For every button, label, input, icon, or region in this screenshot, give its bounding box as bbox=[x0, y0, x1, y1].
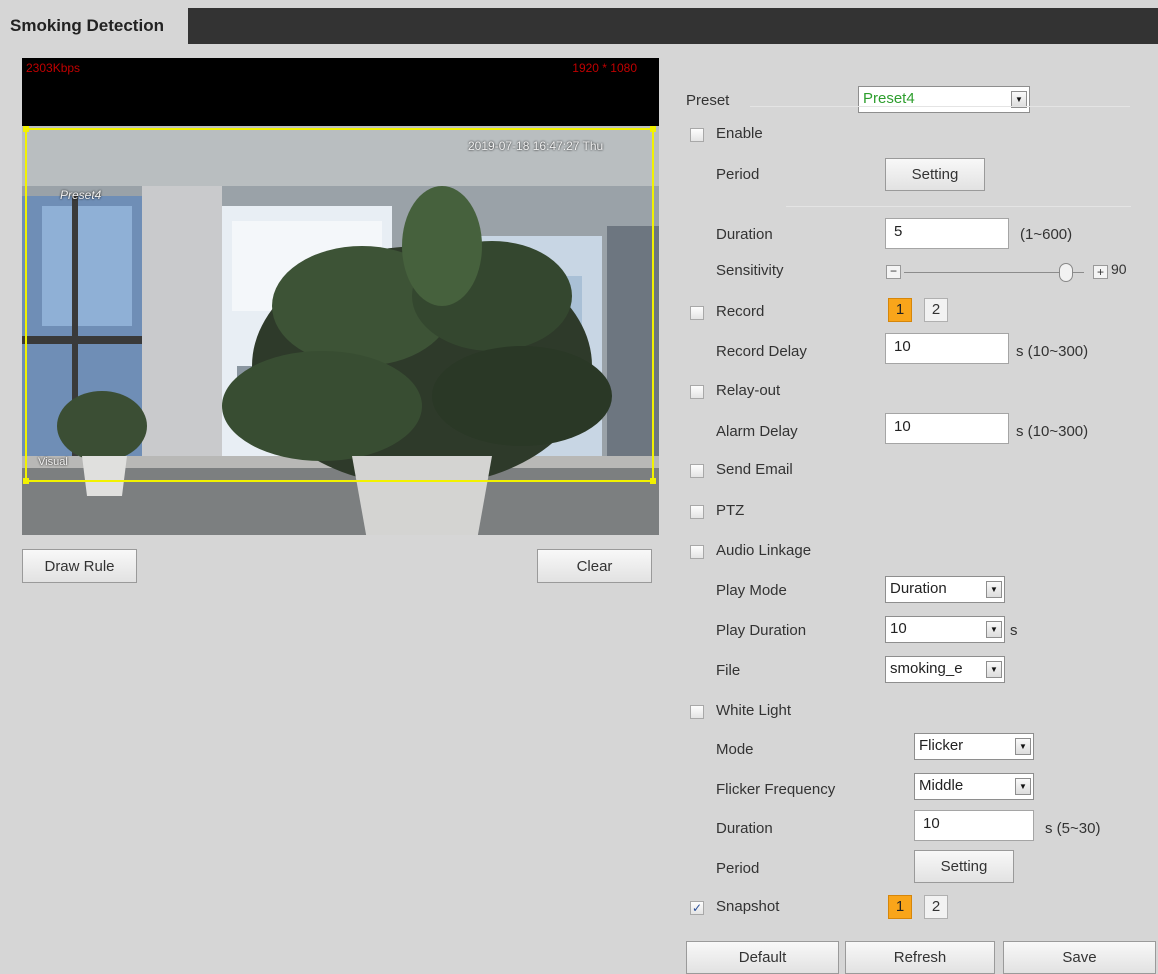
white-light-duration-range: s (5~30) bbox=[1045, 820, 1101, 837]
flicker-frequency-value: Middle bbox=[919, 777, 964, 794]
play-mode-select[interactable]: Duration ▼ bbox=[885, 576, 1005, 603]
mode-value: Flicker bbox=[919, 737, 964, 754]
mode-select[interactable]: Flicker ▼ bbox=[914, 733, 1034, 760]
white-light-period-setting-button[interactable]: Setting bbox=[914, 850, 1014, 883]
alarm-delay-input[interactable]: 10 bbox=[885, 413, 1009, 444]
play-duration-value: 10 bbox=[890, 620, 907, 637]
preset-value: Preset4 bbox=[863, 90, 915, 107]
play-duration-label: Play Duration bbox=[716, 622, 807, 639]
record-channel-1[interactable]: 1 bbox=[888, 298, 912, 322]
chevron-down-icon: ▼ bbox=[1015, 738, 1031, 755]
video-preview[interactable]: 2303Kbps 1920 * 1080 2019-07-18 16:47:27… bbox=[22, 58, 659, 535]
play-duration-unit: s bbox=[1010, 622, 1018, 639]
record-delay-range: s (10~300) bbox=[1016, 343, 1089, 360]
snapshot-label: Snapshot bbox=[716, 898, 780, 915]
preset-label: Preset bbox=[686, 92, 730, 109]
white-light-duration-label: Duration bbox=[716, 820, 773, 837]
ptz-checkbox[interactable] bbox=[690, 505, 704, 519]
record-label: Record bbox=[716, 303, 765, 320]
white-light-duration-input[interactable]: 10 bbox=[914, 810, 1034, 841]
page-title: Smoking Detection bbox=[8, 8, 188, 44]
rule-corner-handle[interactable] bbox=[650, 478, 656, 484]
play-mode-label: Play Mode bbox=[716, 582, 787, 599]
sensitivity-slider[interactable]: − + 90 bbox=[886, 261, 1127, 282]
preset-select[interactable]: Preset4 ▼ bbox=[858, 86, 1030, 113]
period-setting-button[interactable]: Setting bbox=[885, 158, 985, 191]
chevron-down-icon: ▼ bbox=[1015, 778, 1031, 795]
white-light-period-label: Period bbox=[716, 860, 760, 877]
play-duration-select[interactable]: 10 ▼ bbox=[885, 616, 1005, 643]
chevron-down-icon: ▼ bbox=[986, 661, 1002, 678]
minus-icon[interactable]: − bbox=[886, 265, 901, 279]
record-delay-input[interactable]: 10 bbox=[885, 333, 1009, 364]
file-label: File bbox=[716, 662, 741, 679]
ptz-label: PTZ bbox=[716, 502, 745, 519]
send-email-checkbox[interactable] bbox=[690, 464, 704, 478]
white-light-label: White Light bbox=[716, 702, 792, 719]
video-resolution-overlay: 1920 * 1080 bbox=[572, 61, 637, 75]
send-email-label: Send Email bbox=[716, 461, 793, 478]
audio-linkage-checkbox[interactable] bbox=[690, 545, 704, 559]
chevron-down-icon: ▼ bbox=[986, 581, 1002, 598]
enable-label: Enable bbox=[716, 125, 763, 142]
default-button[interactable]: Default bbox=[686, 941, 839, 974]
record-checkbox[interactable] bbox=[690, 306, 704, 320]
duration-input[interactable]: 5 bbox=[885, 218, 1009, 249]
chevron-down-icon: ▼ bbox=[986, 621, 1002, 638]
alarm-delay-range: s (10~300) bbox=[1016, 423, 1089, 440]
relay-out-label: Relay-out bbox=[716, 382, 781, 399]
alarm-delay-label: Alarm Delay bbox=[716, 423, 798, 440]
flicker-frequency-label: Flicker Frequency bbox=[716, 781, 836, 798]
slider-thumb[interactable] bbox=[1059, 263, 1073, 282]
divider bbox=[750, 106, 1130, 107]
play-mode-value: Duration bbox=[890, 580, 947, 597]
flicker-frequency-select[interactable]: Middle ▼ bbox=[914, 773, 1034, 800]
audio-linkage-label: Audio Linkage bbox=[716, 542, 812, 559]
relay-out-checkbox[interactable] bbox=[690, 385, 704, 399]
record-channel-2[interactable]: 2 bbox=[924, 298, 948, 322]
divider bbox=[786, 206, 1131, 207]
sensitivity-label: Sensitivity bbox=[716, 262, 784, 279]
clear-button[interactable]: Clear bbox=[537, 549, 652, 583]
detection-rule-area[interactable] bbox=[23, 126, 656, 484]
rule-corner-handle[interactable] bbox=[23, 126, 29, 132]
sensitivity-value: 90 bbox=[1111, 261, 1127, 277]
duration-range: (1~600) bbox=[1020, 226, 1073, 243]
save-button[interactable]: Save bbox=[1003, 941, 1156, 974]
rule-corner-handle[interactable] bbox=[650, 126, 656, 132]
duration-label: Duration bbox=[716, 226, 773, 243]
refresh-button[interactable]: Refresh bbox=[845, 941, 995, 974]
plus-icon[interactable]: + bbox=[1093, 265, 1108, 279]
mode-label: Mode bbox=[716, 741, 754, 758]
draw-rule-button[interactable]: Draw Rule bbox=[22, 549, 137, 583]
slider-track[interactable] bbox=[904, 272, 1084, 273]
record-delay-label: Record Delay bbox=[716, 343, 807, 360]
white-light-checkbox[interactable] bbox=[690, 705, 704, 719]
rule-corner-handle[interactable] bbox=[23, 478, 29, 484]
snapshot-checkbox[interactable]: ✓ bbox=[690, 901, 704, 915]
enable-checkbox[interactable] bbox=[690, 128, 704, 142]
file-select[interactable]: smoking_e ▼ bbox=[885, 656, 1005, 683]
snapshot-channel-2[interactable]: 2 bbox=[924, 895, 948, 919]
video-bitrate-overlay: 2303Kbps bbox=[26, 61, 81, 75]
file-value: smoking_e bbox=[890, 660, 963, 677]
period-label: Period bbox=[716, 166, 760, 183]
snapshot-channel-1[interactable]: 1 bbox=[888, 895, 912, 919]
